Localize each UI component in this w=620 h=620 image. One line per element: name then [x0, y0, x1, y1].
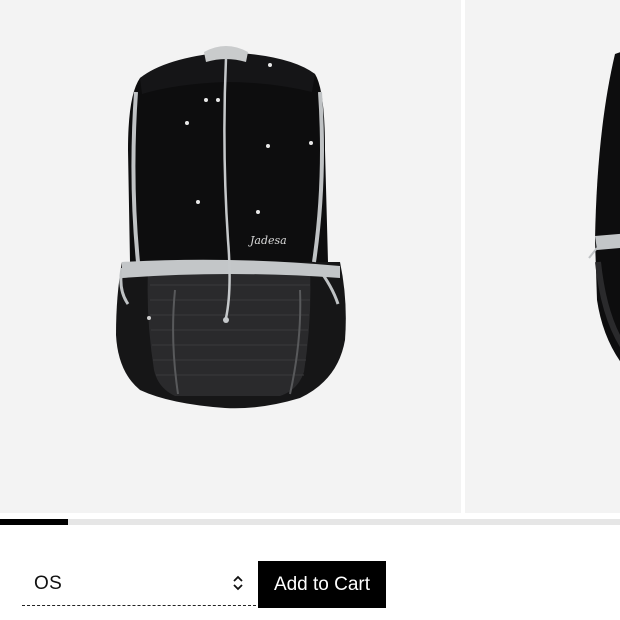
gallery-slide-2[interactable]: [465, 0, 620, 513]
gallery-progress-bar: [0, 519, 620, 525]
size-select-value: OS: [34, 573, 63, 594]
gallery-progress-fill: [0, 519, 69, 525]
gallery-slide-1[interactable]: Jadesa: [0, 0, 461, 513]
backpack-side-image: [588, 52, 620, 362]
backpack-logo-text: Jadesa: [248, 234, 287, 247]
chevron-up-down-icon: [232, 574, 244, 597]
backpack-front-image: Jadesa: [116, 46, 346, 409]
size-select[interactable]: OS: [22, 562, 256, 606]
product-image-gallery[interactable]: Jadesa: [0, 0, 620, 513]
add-to-cart-button[interactable]: Add to Cart: [258, 561, 386, 608]
